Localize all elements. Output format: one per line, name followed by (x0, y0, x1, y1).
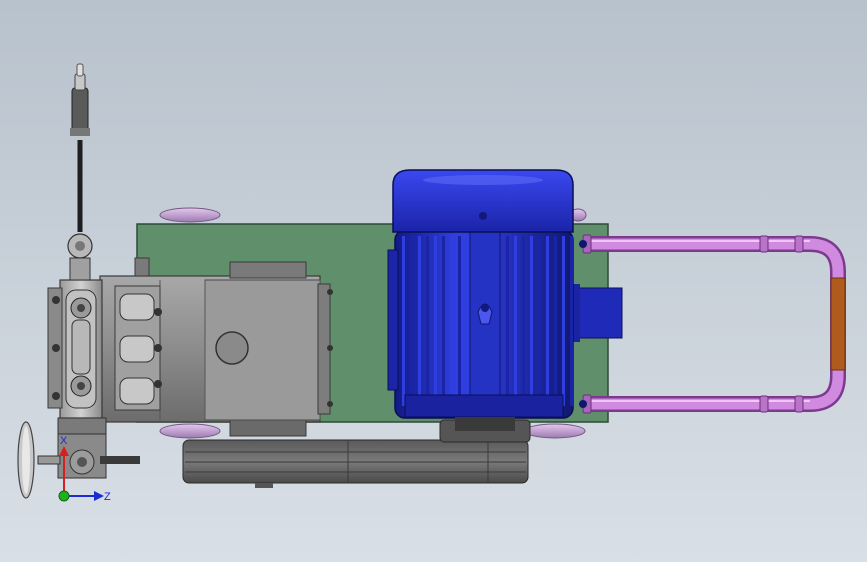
cooling-fin (410, 236, 413, 406)
axis-z-label: Z (104, 491, 111, 503)
cooling-fin (458, 236, 461, 406)
cooling-fin (562, 236, 565, 406)
cad-viewport[interactable]: X Z (0, 0, 867, 562)
cooling-fin (530, 236, 533, 406)
cooling-fin (450, 236, 453, 406)
cooling-fin (418, 236, 421, 406)
cooling-fin (538, 236, 541, 406)
cooling-fin (554, 236, 557, 406)
cad-scene[interactable]: X Z (0, 0, 867, 562)
axis-x-label: X (60, 435, 68, 447)
cooling-fin (514, 236, 517, 406)
cooling-fin (442, 236, 445, 406)
cooling-fin (402, 236, 405, 406)
hose-coupler (830, 277, 846, 371)
cooling-fin (522, 236, 525, 406)
cooling-fin (434, 236, 437, 406)
cooling-fin (506, 236, 509, 406)
cooling-fin (546, 236, 549, 406)
oil-sight-glass (215, 331, 249, 365)
cooling-fin (570, 236, 573, 406)
cooling-fin (426, 236, 429, 406)
cooling-fin (466, 236, 469, 406)
